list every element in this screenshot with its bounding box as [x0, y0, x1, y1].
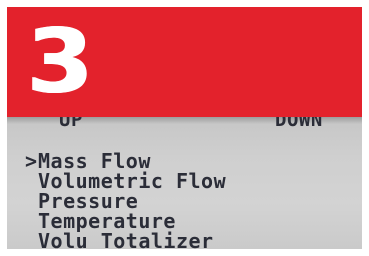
- softkey-down-label[interactable]: DOWN: [275, 117, 323, 130]
- menu-cursor: >: [25, 149, 38, 173]
- menu-item-label: Volu Totalizer: [38, 229, 214, 249]
- tutorial-frame: 3 UP DOWN >Mass Flow Volumetric Flow Pre…: [0, 0, 369, 256]
- step-number: 3: [27, 10, 94, 113]
- lcd-screen: UP DOWN >Mass Flow Volumetric Flow Press…: [7, 117, 362, 249]
- softkey-up-label[interactable]: UP: [59, 117, 83, 130]
- menu-item-volu-totalizer[interactable]: Volu Totalizer: [25, 230, 214, 249]
- step-banner: 3: [7, 7, 362, 117]
